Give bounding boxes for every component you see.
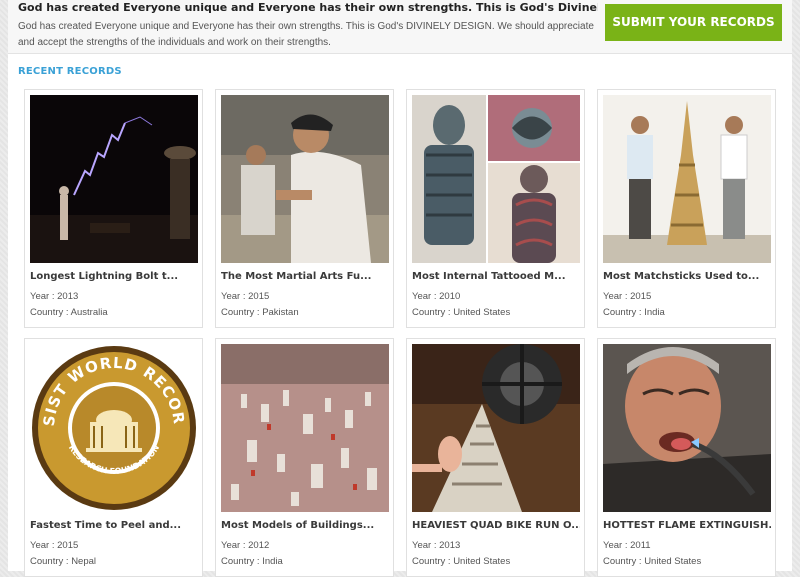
record-title[interactable]: Fastest Time to Peel and... [30,520,198,531]
record-card[interactable]: The Most Martial Arts Fu... Year : 2015 … [215,89,394,328]
record-year: Year : 2010 [412,291,461,302]
record-card[interactable]: Most Matchsticks Used to... Year : 2015 … [597,89,776,328]
record-card[interactable]: Most Models of Buildings... Year : 2012 … [215,338,394,577]
record-card[interactable]: HEAVIEST QUAD BIKE RUN O... Year : 2013 … [406,338,585,577]
record-card[interactable]: Most Internal Tattooed M... Year : 2010 … [406,89,585,328]
record-title[interactable]: HOTTEST FLAME EXTINGUISH... [603,520,771,531]
record-country: Country : India [221,556,283,567]
intro-banner: God has created Everyone unique and Ever… [8,0,792,54]
tattooed-man-photo[interactable] [412,95,580,263]
record-title[interactable]: Most Matchsticks Used to... [603,271,771,282]
record-title[interactable]: HEAVIEST QUAD BIKE RUN O... [412,520,580,531]
record-country: Country : United States [412,556,511,567]
record-year: Year : 2012 [221,540,270,551]
section-title: RECENT RECORDS [18,66,122,77]
intro-text: God has created Everyone unique and Ever… [18,21,594,48]
submit-records-button[interactable]: SUBMIT YOUR RECORDS [605,4,782,41]
record-title[interactable]: Most Models of Buildings... [221,520,389,531]
record-year: Year : 2015 [603,291,652,302]
record-card[interactable]: ASSIST WORLD RECORDS RESEARCH FOUNDATION… [24,338,203,577]
record-year: Year : 2011 [603,540,651,551]
flame-tongue-photo[interactable] [603,344,771,512]
record-title[interactable]: Most Internal Tattooed M... [412,271,580,282]
building-models-photo[interactable] [221,344,389,512]
record-country: Country : Pakistan [221,307,299,318]
record-country: Country : India [603,307,665,318]
record-country: Country : United States [603,556,702,567]
record-year: Year : 2015 [221,291,270,302]
record-year: Year : 2013 [30,291,79,302]
quad-bike-photo[interactable] [412,344,580,512]
record-country: Country : Nepal [30,556,97,567]
record-year: Year : 2013 [412,540,461,551]
record-card[interactable]: Longest Lightning Bolt t... Year : 2013 … [24,89,203,328]
record-year: Year : 2015 [30,540,79,551]
record-card[interactable]: HOTTEST FLAME EXTINGUISH... Year : 2011 … [597,338,776,577]
record-title[interactable]: Longest Lightning Bolt t... [30,271,198,282]
record-country: Country : United States [412,307,511,318]
records-grid: Longest Lightning Bolt t... Year : 2013 … [24,89,784,577]
lightning-photo[interactable] [30,95,198,263]
page: God has created Everyone unique and Ever… [8,0,792,577]
intro-heading: God has created Everyone unique and Ever… [18,1,598,14]
record-country: Country : Australia [30,307,108,318]
martial-arts-photo[interactable] [221,95,389,263]
assist-world-records-logo[interactable]: ASSIST WORLD RECORDS RESEARCH FOUNDATION [30,344,198,512]
matchstick-tower-photo[interactable] [603,95,771,263]
record-title[interactable]: The Most Martial Arts Fu... [221,271,389,282]
